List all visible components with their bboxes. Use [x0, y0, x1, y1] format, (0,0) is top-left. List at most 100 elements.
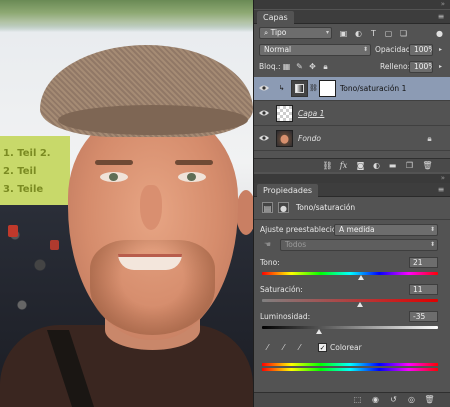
- visibility-icon[interactable]: ◎: [406, 394, 417, 405]
- banner-line: 3. Teile: [3, 184, 44, 195]
- new-layer-icon[interactable]: ❐: [404, 160, 415, 171]
- visibility-eye-icon[interactable]: [259, 84, 269, 92]
- clip-arrow-icon: ↳: [278, 84, 285, 92]
- lock-all-icon[interactable]: 🔒︎: [320, 61, 331, 72]
- lightness-label: Luminosidad:: [260, 312, 311, 321]
- transparent-layer-thumbnail: [276, 105, 293, 122]
- trash-icon[interactable]: 🗑︎: [424, 394, 435, 405]
- lock-image-icon[interactable]: ✎: [294, 61, 305, 72]
- layer-row-capa-1[interactable]: Capa 1: [254, 102, 450, 126]
- photo-layer-thumbnail: [276, 130, 293, 147]
- layer-filter-select[interactable]: ⌕ Tipo ▾: [259, 27, 332, 39]
- collapse-icon[interactable]: »: [441, 0, 445, 9]
- on-image-adjust-icon[interactable]: ☚: [262, 239, 273, 250]
- clip-to-layer-icon[interactable]: ⬚: [352, 394, 363, 405]
- preset-select[interactable]: A medida ⬍: [334, 224, 438, 236]
- lock-transparent-icon[interactable]: ▦: [281, 61, 292, 72]
- reset-icon[interactable]: ↺: [388, 394, 399, 405]
- colorize-label: Colorear: [330, 343, 362, 352]
- collapse-icon[interactable]: »: [441, 174, 445, 183]
- lightness-input[interactable]: -35: [409, 311, 438, 322]
- saturation-slider-track[interactable]: [262, 299, 438, 302]
- group-icon[interactable]: ▬: [387, 160, 398, 171]
- layer-name[interactable]: Capa 1: [298, 109, 324, 119]
- shape-filter-icon[interactable]: ▢: [383, 28, 394, 39]
- smart-object-filter-icon[interactable]: ❏: [398, 28, 409, 39]
- fx-icon[interactable]: fx: [338, 160, 349, 171]
- mask-icon[interactable]: ◙: [355, 160, 366, 171]
- search-icon: ⌕: [264, 28, 269, 37]
- ear: [236, 190, 253, 235]
- filter-toggle-icon[interactable]: ●: [434, 28, 445, 39]
- background-object: [50, 240, 59, 250]
- mask-toggle-icon[interactable]: ●: [278, 202, 289, 213]
- fill-dropdown-icon[interactable]: ▸: [435, 61, 446, 72]
- layers-footer: ⛓︎ fx ◙ ◐ ▬ ❐ 🗑︎: [254, 158, 450, 172]
- hue-saturation-icon: [295, 84, 304, 93]
- banner-line: 1. Teil 2.: [3, 148, 51, 159]
- chevron-down-icon: ▾: [325, 29, 329, 36]
- nose: [140, 185, 162, 230]
- colorize-checkbox[interactable]: ✓: [318, 343, 327, 352]
- channel-value: Todos: [285, 240, 307, 249]
- layer-name[interactable]: Tono/saturación 1: [340, 84, 406, 94]
- link-icon[interactable]: ⛓︎: [322, 160, 333, 171]
- cap-brim: [58, 105, 248, 135]
- fill-input[interactable]: 100%: [409, 61, 433, 73]
- eyedropper-icon[interactable]: ⁄: [262, 342, 273, 353]
- hue-slider-track[interactable]: [262, 272, 438, 275]
- properties-top-strip: »: [254, 174, 450, 183]
- background-object: [8, 225, 18, 237]
- preset-label: Ajuste preestablecido:: [260, 225, 344, 234]
- opacity-label: Opacidad:: [375, 45, 414, 54]
- image-filter-icon[interactable]: ▣: [338, 28, 349, 39]
- type-filter-icon[interactable]: T: [368, 28, 379, 39]
- opacity-dropdown-icon[interactable]: ▸: [435, 44, 446, 55]
- eyedropper-plus-icon[interactable]: ⁄: [278, 342, 289, 353]
- layer-row-hue-saturation[interactable]: ↳ ⛓︎ Tono/saturación 1: [254, 77, 450, 101]
- background-banner: 1. Teil 2. 2. Teil 3. Teile: [0, 136, 70, 210]
- visibility-eye-icon[interactable]: [259, 109, 269, 117]
- layer-filter-value: Tipo: [270, 28, 287, 37]
- eye: [100, 172, 128, 182]
- tab-properties[interactable]: Propiedades: [257, 184, 319, 197]
- output-spectrum-bar: [262, 368, 438, 371]
- saturation-input[interactable]: 11: [409, 284, 438, 295]
- view-previous-icon[interactable]: ◉: [370, 394, 381, 405]
- hue-slider-thumb[interactable]: [357, 275, 364, 280]
- properties-tabbar: Propiedades ≡: [254, 183, 450, 197]
- lock-label: Bloq.:: [259, 62, 281, 71]
- eyebrow: [95, 160, 133, 165]
- lock-position-icon[interactable]: ✥: [307, 61, 318, 72]
- panel-menu-icon[interactable]: ≡: [436, 12, 446, 21]
- adjustment-filter-icon[interactable]: ◐: [353, 28, 364, 39]
- saturation-slider-thumb[interactable]: [356, 302, 363, 307]
- divider: [254, 219, 450, 220]
- banner-line: 2. Teil: [3, 166, 37, 177]
- properties-title: Tono/saturación: [296, 203, 356, 212]
- lightness-slider-thumb[interactable]: [316, 329, 323, 334]
- hue-input[interactable]: 21: [409, 257, 438, 268]
- layers-tabbar: Capas ≡: [254, 10, 450, 24]
- saturation-label: Saturación:: [260, 285, 303, 294]
- input-spectrum-bar: [262, 363, 438, 366]
- trash-icon[interactable]: 🗑︎: [422, 160, 433, 171]
- lightness-slider-track[interactable]: [262, 326, 438, 329]
- eyedropper-minus-icon[interactable]: ⁄: [294, 342, 305, 353]
- mask-thumbnail[interactable]: [319, 80, 336, 97]
- panel-menu-icon[interactable]: ≡: [436, 185, 446, 194]
- chain-link-icon[interactable]: ⛓︎: [308, 83, 319, 94]
- tab-layers[interactable]: Capas: [257, 11, 294, 24]
- hue-label: Tono:: [260, 258, 280, 267]
- canvas-photo[interactable]: 1. Teil 2. 2. Teil 3. Teile: [0, 0, 253, 407]
- visibility-eye-icon[interactable]: [259, 134, 269, 142]
- eyebrow: [175, 160, 213, 165]
- layer-row-fondo[interactable]: Fondo 🔒︎: [254, 127, 450, 151]
- opacity-input[interactable]: 100%: [409, 44, 433, 56]
- chevron-updown-icon: ⬍: [429, 226, 435, 233]
- panel-dock: » Capas ≡ ⌕ Tipo ▾ ▣ ◐ T ▢ ❏ ● Normal ⬍ …: [253, 0, 450, 407]
- adjustment-icon[interactable]: ◐: [371, 160, 382, 171]
- blend-mode-select[interactable]: Normal ⬍: [259, 44, 371, 56]
- channel-select[interactable]: Todos ⬍: [280, 239, 438, 251]
- layer-name[interactable]: Fondo: [298, 134, 321, 144]
